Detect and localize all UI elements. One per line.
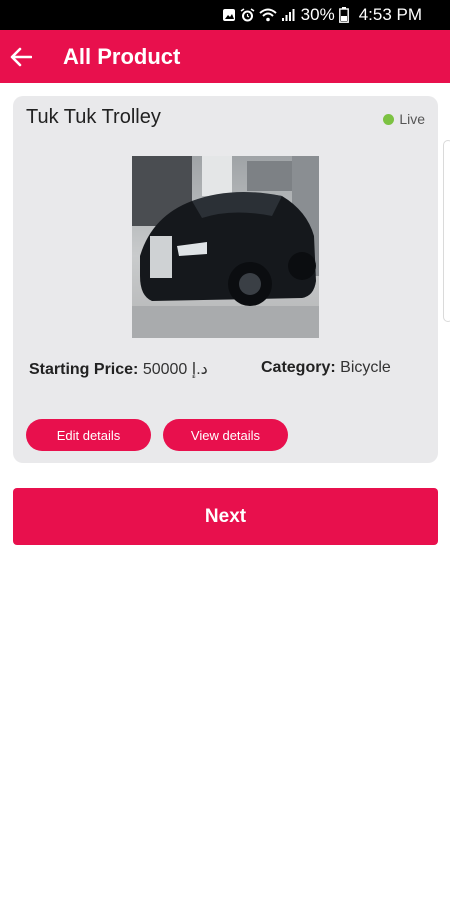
image-notification-icon	[222, 8, 236, 22]
category-value: Bicycle	[340, 359, 391, 376]
back-button[interactable]	[0, 30, 42, 83]
starting-price-label: Starting Price:	[29, 361, 139, 378]
status-badge: Live	[383, 111, 425, 127]
next-button[interactable]: Next	[13, 488, 438, 545]
signal-icon	[281, 8, 295, 22]
status-label: Live	[399, 111, 425, 127]
next-card-edge	[443, 140, 450, 322]
arrow-left-icon	[10, 47, 32, 66]
status-bar: 30% 4:53 PM	[0, 0, 450, 30]
status-time: 4:53 PM	[358, 5, 422, 24]
edit-details-button[interactable]: Edit details	[26, 419, 151, 451]
product-name: Tuk Tuk Trolley	[26, 106, 161, 128]
product-card: Tuk Tuk Trolley Live Starting Price: 500…	[13, 96, 438, 463]
starting-price: Starting Price: 50000 د.إ	[29, 359, 208, 379]
wifi-icon	[258, 8, 277, 22]
live-dot-icon	[383, 113, 395, 125]
category: Category: Bicycle	[261, 359, 391, 377]
alarm-icon	[240, 7, 255, 23]
battery-percent: 30%	[300, 5, 335, 24]
app-bar: All Product	[0, 30, 450, 83]
page-title: All Product	[63, 43, 181, 69]
view-details-button[interactable]: View details	[163, 419, 288, 451]
category-label: Category:	[261, 359, 336, 376]
product-image	[132, 156, 319, 338]
battery-icon	[338, 7, 349, 23]
starting-price-value: 50000 د.إ	[142, 361, 208, 378]
